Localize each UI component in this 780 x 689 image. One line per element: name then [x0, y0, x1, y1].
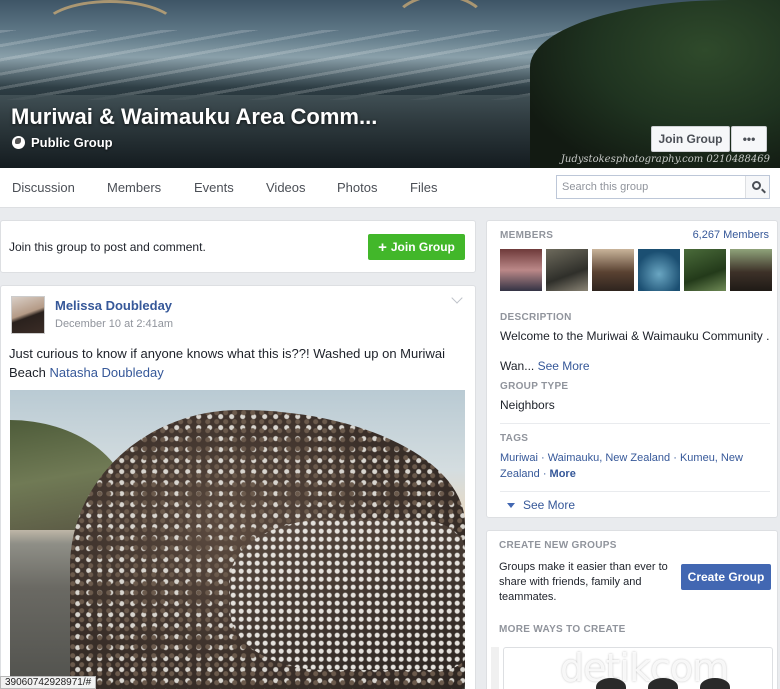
- member-avatar[interactable]: [638, 249, 680, 291]
- description-heading: DESCRIPTION: [500, 312, 572, 323]
- post-photo[interactable]: [10, 390, 465, 689]
- join-prompt-card: Join this group to post and comment. + J…: [0, 220, 476, 273]
- tags-more-link[interactable]: More: [550, 468, 576, 480]
- search-placeholder: Search this group: [562, 181, 649, 193]
- globe-icon: [12, 136, 25, 149]
- group-tags: Muriwai · Waimauku, New Zealand · Kumeu,…: [500, 452, 743, 480]
- see-more-button[interactable]: See More: [507, 498, 575, 512]
- avatar[interactable]: [11, 296, 45, 334]
- tag-link[interactable]: Waimauku, New Zealand: [548, 452, 670, 464]
- join-group-green-button[interactable]: + Join Group: [368, 234, 465, 260]
- plus-icon: +: [378, 238, 387, 256]
- tab-members[interactable]: Members: [107, 180, 161, 195]
- post-timestamp[interactable]: December 10 at 2:41am: [55, 318, 173, 330]
- post-body: Just curious to know if anyone knows wha…: [9, 344, 471, 382]
- divider: [500, 423, 770, 424]
- group-title[interactable]: Muriwai & Waimauku Area Comm...: [11, 104, 377, 130]
- create-group-button[interactable]: Create Group: [681, 564, 771, 590]
- tab-discussion[interactable]: Discussion: [12, 180, 75, 195]
- group-info-card: MEMBERS 6,267 Members DESCRIPTION Welcom…: [486, 220, 778, 518]
- more-ways-heading: MORE WAYS TO CREATE: [499, 624, 626, 635]
- members-heading: MEMBERS: [500, 230, 554, 241]
- create-option-card[interactable]: [491, 647, 499, 689]
- group-type-heading: GROUP TYPE: [500, 381, 569, 392]
- chevron-down-icon[interactable]: [451, 292, 463, 304]
- group-privacy-label: Public Group: [31, 135, 113, 150]
- join-prompt-text: Join this group to post and comment.: [9, 240, 206, 254]
- member-avatar[interactable]: [546, 249, 588, 291]
- post-card: Melissa Doubleday December 10 at 2:41am …: [0, 285, 476, 689]
- create-groups-text: Groups make it easier than ever to share…: [499, 561, 668, 603]
- watermark-decoration: [596, 678, 730, 689]
- group-description: Welcome to the Muriwai & Waimauku Commun…: [500, 329, 770, 343]
- tab-photos[interactable]: Photos: [337, 180, 377, 195]
- browser-status-url: 39060742928971/#: [0, 676, 97, 689]
- triangle-down-icon: [507, 502, 515, 508]
- post-author[interactable]: Melissa Doubleday: [55, 298, 172, 313]
- members-count-link[interactable]: 6,267 Members: [693, 229, 769, 241]
- see-more-label: See More: [523, 498, 576, 512]
- search-group-input[interactable]: Search this group: [556, 175, 770, 199]
- tab-videos[interactable]: Videos: [266, 180, 306, 195]
- group-privacy: Public Group: [12, 135, 113, 150]
- tag-link[interactable]: Muriwai: [500, 452, 538, 464]
- divider: [500, 491, 770, 492]
- description-see-more-link[interactable]: See More: [538, 359, 590, 373]
- more-options-button[interactable]: •••: [731, 126, 767, 152]
- cover-rainbow: [40, 0, 180, 60]
- join-group-button[interactable]: Join Group: [651, 126, 730, 152]
- member-avatar[interactable]: [592, 249, 634, 291]
- member-avatar[interactable]: [500, 249, 542, 291]
- group-description-more: Wan... See More: [500, 359, 590, 373]
- tab-files[interactable]: Files: [410, 180, 437, 195]
- post-mention[interactable]: Natasha Doubleday: [50, 365, 164, 380]
- tab-events[interactable]: Events: [194, 180, 234, 195]
- search-button[interactable]: [745, 176, 769, 198]
- group-type-value: Neighbors: [500, 398, 555, 412]
- photo-watermark: Judystokesphotography.com 0210488469: [560, 154, 770, 165]
- search-icon: [752, 181, 761, 190]
- member-avatar[interactable]: [730, 249, 772, 291]
- description-continuation: Wan...: [500, 359, 535, 373]
- photo-barnacle-mass: [230, 520, 465, 670]
- join-group-green-label: Join Group: [390, 240, 455, 254]
- tags-heading: TAGS: [500, 433, 529, 444]
- create-groups-heading: CREATE NEW GROUPS: [499, 540, 617, 551]
- member-avatar[interactable]: [684, 249, 726, 291]
